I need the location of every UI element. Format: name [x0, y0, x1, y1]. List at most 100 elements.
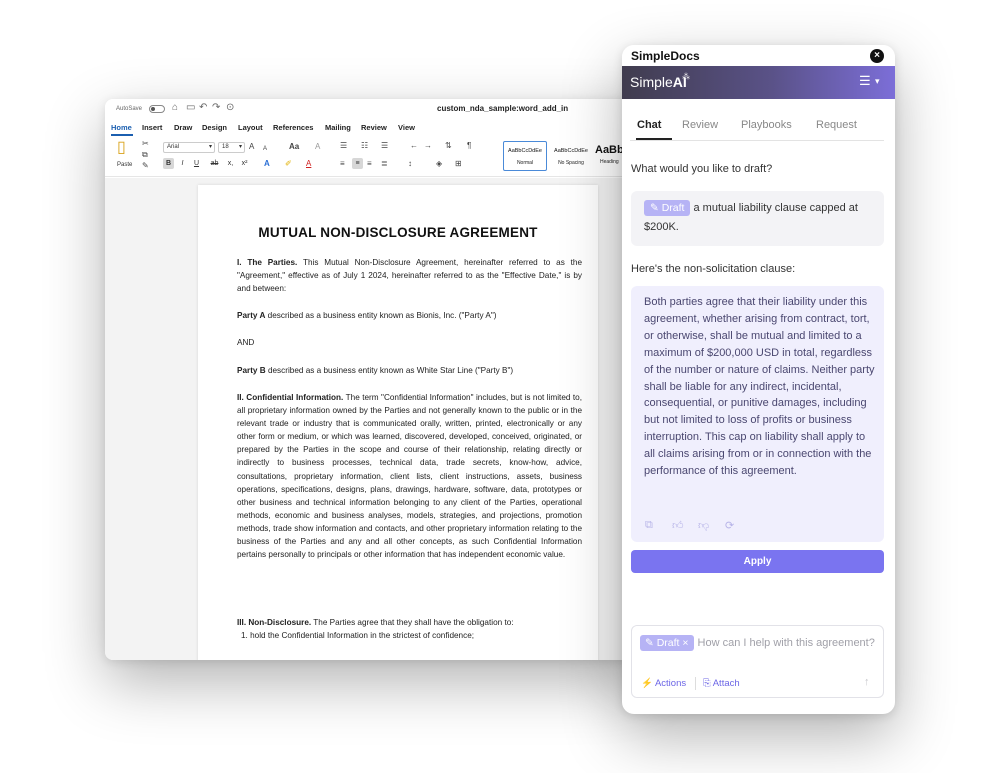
menu-insert[interactable]: Insert: [142, 123, 162, 132]
chevron-down-icon[interactable]: ▾: [875, 76, 880, 87]
redo-icon[interactable]: ↷: [212, 103, 220, 113]
decrease-indent-icon[interactable]: ←: [410, 141, 418, 151]
font-name-select[interactable]: Arial: [163, 142, 215, 153]
shading-icon[interactable]: ◈: [436, 159, 442, 169]
font-color-icon[interactable]: A: [306, 159, 311, 169]
underline-button[interactable]: U: [191, 158, 202, 169]
more-icon[interactable]: ⊙: [226, 103, 234, 113]
style-name: Normal: [516, 160, 534, 166]
increase-indent-icon[interactable]: →: [424, 141, 432, 151]
bullets-icon[interactable]: ☰: [340, 141, 347, 151]
title-bar: AutoSave ⌂ ▭ ↶ ↷ ⊙ custom_nda_sample:wor…: [105, 99, 645, 119]
line-spacing-icon[interactable]: ↕: [408, 159, 412, 169]
highlight-icon[interactable]: ✐: [285, 159, 292, 169]
subscript-button[interactable]: x,: [225, 158, 236, 169]
cut-icon[interactable]: ✂: [142, 139, 149, 149]
menu-review[interactable]: Review: [361, 123, 387, 132]
section-text: The Parties agree that they shall have t…: [313, 618, 514, 627]
section-title: II. Confidential Information.: [237, 393, 344, 402]
attach-button[interactable]: ⎘ Attach: [703, 678, 740, 689]
panel-header: SimpleDocs ×: [622, 45, 895, 66]
section-non-disclosure: III. Non-Disclosure. The Parties agree t…: [237, 616, 582, 629]
shrink-font-icon[interactable]: A: [263, 144, 267, 154]
copy-icon[interactable]: ⧉: [645, 519, 653, 532]
multilevel-list-icon[interactable]: ☰: [381, 141, 388, 151]
thumbs-up-icon[interactable]: 👍︎: [672, 519, 684, 532]
pilcrow-icon[interactable]: ¶: [467, 141, 471, 151]
active-tab-indicator: [111, 134, 133, 136]
close-icon[interactable]: ×: [870, 49, 884, 63]
active-tab-indicator: [636, 138, 672, 140]
party-a: Party A described as a business entity k…: [237, 309, 582, 322]
align-right-icon[interactable]: ≡: [367, 159, 372, 169]
menu-layout[interactable]: Layout: [238, 123, 263, 132]
change-case-icon[interactable]: Aa: [289, 142, 299, 152]
party-b: Party B described as a business entity k…: [237, 364, 582, 377]
draft-chip: ✎ Draft: [644, 200, 691, 216]
word-window: AutoSave ⌂ ▭ ↶ ↷ ⊙ custom_nda_sample:wor…: [105, 99, 645, 660]
grow-font-icon[interactable]: A: [249, 142, 254, 152]
ribbon: ▯ Paste ✂ ⧉ ✎ Arial 18 A A Aa A B I U ab…: [105, 137, 645, 177]
user-message-text: ✎ Draft a mutual liability clause capped …: [644, 199, 876, 237]
text-effects-icon[interactable]: A: [264, 159, 270, 169]
simpleai-logo: SimpleAI: [630, 74, 687, 90]
panel-tabs: Chat Review Playbooks Request: [630, 115, 884, 141]
paste-label: Paste: [117, 162, 133, 168]
autosave-toggle[interactable]: [149, 105, 165, 113]
apply-button[interactable]: Apply: [631, 550, 884, 573]
actions-label: Actions: [654, 678, 687, 689]
tab-request[interactable]: Request: [816, 119, 857, 131]
divider: [695, 677, 696, 690]
strikethrough-button[interactable]: ab: [209, 158, 220, 169]
thumbs-down-icon[interactable]: 👎︎: [698, 519, 709, 532]
chat-input[interactable]: ✎ Draft × How can I help with this agreem…: [631, 625, 884, 698]
document-canvas: MUTUAL NON-DISCLOSURE AGREEMENT I. The P…: [105, 178, 645, 660]
draft-chip[interactable]: ✎ Draft ×: [640, 635, 694, 651]
party-a-text: described as a business entity known as …: [267, 311, 497, 320]
document-menu-icon[interactable]: ☰: [859, 74, 871, 88]
bold-button[interactable]: B: [163, 158, 174, 169]
style-heading-sample[interactable]: AaBb: [595, 144, 624, 156]
chat-input-text[interactable]: ✎ Draft × How can I help with this agreem…: [640, 633, 876, 653]
format-painter-icon[interactable]: ✎: [142, 161, 149, 171]
assistant-prompt: What would you like to draft?: [631, 163, 773, 175]
tab-chat[interactable]: Chat: [637, 119, 661, 131]
section-title: I. The Parties.: [237, 258, 298, 267]
align-left-icon[interactable]: ≡: [340, 159, 345, 169]
assistant-reply-text: Both parties agree that their liability …: [644, 296, 875, 478]
style-name: No Spacing: [558, 160, 584, 166]
sort-icon[interactable]: ⇅: [445, 141, 452, 151]
panel-title: SimpleDocs: [631, 49, 700, 63]
italic-button[interactable]: I: [177, 158, 188, 169]
borders-icon[interactable]: ⊞: [455, 159, 462, 169]
menu-design[interactable]: Design: [202, 123, 227, 132]
draft-chip-label: Draft: [661, 202, 685, 214]
menu-view[interactable]: View: [398, 123, 415, 132]
font-size-select[interactable]: 18: [218, 142, 245, 153]
menu-references[interactable]: References: [273, 123, 313, 132]
actions-button[interactable]: ⚡ Actions: [641, 678, 686, 689]
style-no-spacing[interactable]: AaBbCcDdEe No Spacing: [549, 141, 593, 171]
party-a-label: Party A: [237, 311, 266, 320]
tab-review[interactable]: Review: [682, 119, 718, 131]
brand-bar: SimpleAI ⁂ ☰ ▾: [622, 66, 895, 99]
justify-icon[interactable]: ≣: [381, 159, 388, 169]
menu-home[interactable]: Home: [111, 123, 132, 132]
home-icon[interactable]: ⌂: [172, 103, 178, 113]
send-icon[interactable]: ↑: [864, 676, 870, 688]
numbering-icon[interactable]: ☷: [361, 141, 368, 151]
menu-mailing[interactable]: Mailing: [325, 123, 351, 132]
tab-playbooks[interactable]: Playbooks: [741, 119, 792, 131]
copy-icon[interactable]: ⧉: [142, 150, 148, 160]
align-center-icon[interactable]: ≡: [352, 158, 363, 169]
paste-icon[interactable]: ▯: [117, 140, 126, 156]
clear-format-icon[interactable]: A: [315, 142, 320, 152]
document-page[interactable]: MUTUAL NON-DISCLOSURE AGREEMENT I. The P…: [198, 185, 598, 660]
style-normal[interactable]: AaBbCcDdEe Normal: [503, 141, 547, 171]
save-icon[interactable]: ▭: [186, 103, 195, 113]
menu-draw[interactable]: Draw: [174, 123, 192, 132]
superscript-button[interactable]: x²: [239, 158, 250, 169]
style-sample: AaBbCcDdEe: [508, 148, 542, 154]
undo-icon[interactable]: ↶: [199, 103, 207, 113]
regenerate-icon[interactable]: ⟳: [725, 519, 734, 532]
